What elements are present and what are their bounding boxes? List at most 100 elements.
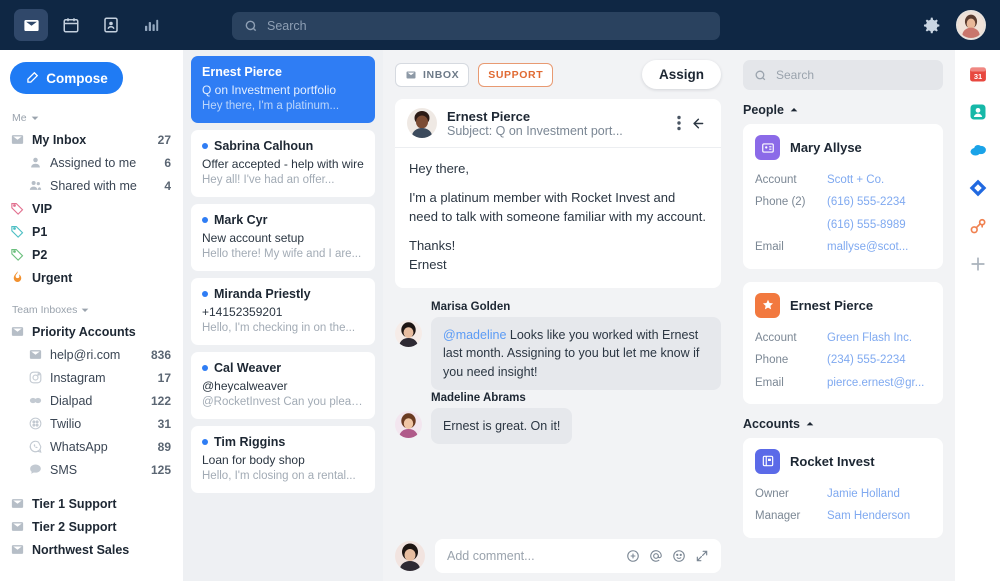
sidebar-item-count: 17 [157, 370, 171, 385]
card-field-value[interactable]: pierce.ernest@gr... [827, 372, 924, 394]
sidebar-item-urgent[interactable]: Urgent [0, 266, 183, 289]
details-search-input[interactable]: Search [743, 60, 943, 90]
comment-input[interactable]: Add comment... [435, 539, 721, 573]
sidebar-item-dialpad[interactable]: Dialpad 122 [0, 389, 183, 412]
add-app-icon[interactable] [968, 254, 988, 274]
sidebar-item-instagram[interactable]: Instagram 17 [0, 366, 183, 389]
inbox-icon [11, 522, 24, 531]
user-avatar[interactable] [956, 10, 986, 40]
sidebar-item-label: SMS [50, 462, 78, 477]
more-options-icon[interactable] [677, 115, 681, 131]
sidebar-item-vip[interactable]: VIP [0, 197, 183, 220]
sidebar-item-count: 6 [164, 155, 171, 170]
card-field-value[interactable]: (616) 555-2234 [827, 191, 906, 213]
analytics-icon[interactable] [134, 9, 168, 41]
mention-icon[interactable] [649, 549, 663, 563]
sidebar-item-p2[interactable]: P2 [0, 243, 183, 266]
conversation-list-item[interactable]: Mark Cyr New account setup Hello there! My… [191, 204, 375, 271]
conversation-list[interactable]: Ernest Pierce Q on Investment portfolio He… [183, 50, 383, 581]
sidebar-item-sms[interactable]: SMS 125 [0, 458, 183, 481]
person-card[interactable]: Ernest Pierce Account Green Flash Inc. Phon… [743, 281, 943, 404]
calendar-app-icon[interactable]: 31 [968, 64, 988, 84]
sidebar-item-tier-2-support[interactable]: Tier 2 Support [0, 515, 183, 538]
contacts-icon[interactable] [94, 9, 128, 41]
conversation-name: Miranda Priestly [202, 287, 364, 301]
top-right-group [921, 0, 986, 50]
card-field-values: Sam Henderson [827, 505, 910, 527]
dialpad-icon [29, 397, 42, 404]
message-header: Ernest Pierce Subject: Q on Investment p… [395, 99, 721, 148]
card-field-values: Green Flash Inc. [827, 327, 912, 349]
card-field-key: Phone (2) [755, 196, 806, 209]
sidebar-item-label: Dialpad [50, 393, 93, 408]
account-card[interactable]: Rocket Invest Owner Jamie Holland Manager Sa… [743, 437, 943, 538]
salesforce-app-icon[interactable] [968, 140, 988, 160]
sidebar-item-shared-with-me[interactable]: Shared with me 4 [0, 174, 183, 197]
card-field-values: pierce.ernest@gr... [827, 372, 924, 394]
plus-circle-icon[interactable] [626, 549, 640, 563]
card-field-value[interactable]: Green Flash Inc. [827, 327, 912, 349]
conversation-name: Sabrina Calhoun [202, 139, 364, 153]
hubspot-app-icon[interactable] [968, 216, 988, 236]
section-header-me[interactable]: Me [0, 108, 183, 128]
conversation-subject: Q on Investment portfolio [202, 83, 337, 97]
sidebar-item-twilio[interactable]: Twilio 31 [0, 412, 183, 435]
card-title: Rocket Invest [790, 453, 875, 469]
sidebar-item-help-ri-com[interactable]: help@ri.com 836 [0, 343, 183, 366]
conversation-list-item[interactable]: Sabrina Calhoun Offer accepted - help wit… [191, 130, 375, 197]
comment-item: Marisa Golden @madeline Looks like you wo… [395, 301, 721, 390]
comment-mention[interactable]: @madeline [443, 328, 506, 342]
conversation-list-item[interactable]: Miranda Priestly +14152359201 Hello, I'm c… [191, 278, 375, 345]
tag-support[interactable]: SUPPORT [478, 62, 554, 87]
conversation-list-item[interactable]: Cal Weaver @heycalweaver @RocketInvest Can… [191, 352, 375, 419]
gear-icon[interactable] [921, 15, 942, 36]
sidebar-item-assigned-to-me[interactable]: Assigned to me 6 [0, 151, 183, 174]
card-field-value[interactable]: Scott + Co. [827, 169, 884, 191]
sidebar-item-northwest-sales[interactable]: Northwest Sales [0, 538, 183, 561]
card-field-value[interactable]: (616) 555-8989 [827, 214, 906, 236]
comment-text: Ernest is great. On it! [443, 418, 561, 433]
card-field-row: Account Scott + Co. [755, 169, 931, 191]
conversation-list-item[interactable]: Ernest Pierce Q on Investment portfolio He… [191, 56, 375, 123]
jira-app-icon[interactable] [968, 178, 988, 198]
contacts-app-icon[interactable] [968, 102, 988, 122]
card-field-value[interactable]: Sam Henderson [827, 505, 910, 527]
card-field-value[interactable]: mallyse@scot... [827, 236, 908, 258]
sidebar-item-priority-accounts[interactable]: Priority Accounts [0, 320, 183, 343]
emoji-icon[interactable] [672, 549, 686, 563]
reply-icon[interactable] [692, 116, 709, 131]
sender-info: Ernest Pierce Subject: Q on Investment p… [447, 109, 623, 138]
compose-button[interactable]: Compose [10, 62, 123, 94]
message-pane: INBOX SUPPORT Assign Ernest Pierce Subje… [383, 50, 733, 581]
card-field-value[interactable]: (234) 555-2234 [827, 349, 906, 371]
message-card: Ernest Pierce Subject: Q on Investment p… [395, 99, 721, 289]
card-field-row: Phone (2) (616) 555-2234 (616) 555-8989 [755, 191, 931, 236]
expand-icon[interactable] [695, 549, 709, 563]
conversation-list-item[interactable]: Tim Riggins Loan for body shop Hello, I'm … [191, 426, 375, 493]
calendar-icon[interactable] [54, 9, 88, 41]
conversation-subject: Offer accepted - help with wire [202, 157, 364, 171]
assign-button[interactable]: Assign [641, 60, 721, 89]
sidebar-item-count: 125 [150, 462, 171, 477]
sidebar-item-p1[interactable]: P1 [0, 220, 183, 243]
card-field-value[interactable]: Jamie Holland [827, 483, 900, 505]
inbox-icon [406, 71, 416, 78]
section-header-team[interactable]: Team Inboxes [0, 300, 183, 320]
inbox-icon[interactable] [14, 9, 48, 41]
people-section-label: People [743, 103, 784, 117]
tag-inbox[interactable]: INBOX [395, 62, 470, 87]
people-section-header[interactable]: People [743, 103, 943, 117]
comment-avatar [395, 320, 422, 348]
compose-icon [27, 71, 39, 83]
sidebar-item-whatsapp[interactable]: WhatsApp 89 [0, 435, 183, 458]
accounts-section-header[interactable]: Accounts [743, 417, 943, 431]
details-panel: Search People Mary Allyse Account Scott + … [733, 50, 955, 581]
sidebar-item-tier-1-support[interactable]: Tier 1 Support [0, 492, 183, 515]
card-field-key: Owner [755, 487, 789, 500]
sidebar-item-count: 31 [157, 416, 171, 431]
global-search-input[interactable]: Search [232, 12, 720, 40]
sidebar-item-my-inbox[interactable]: My Inbox 27 [0, 128, 183, 151]
contact-card-icon [755, 135, 780, 160]
person-card[interactable]: Mary Allyse Account Scott + Co. Phone (2) (6… [743, 124, 943, 269]
conversation-subject: Loan for body shop [202, 453, 305, 467]
